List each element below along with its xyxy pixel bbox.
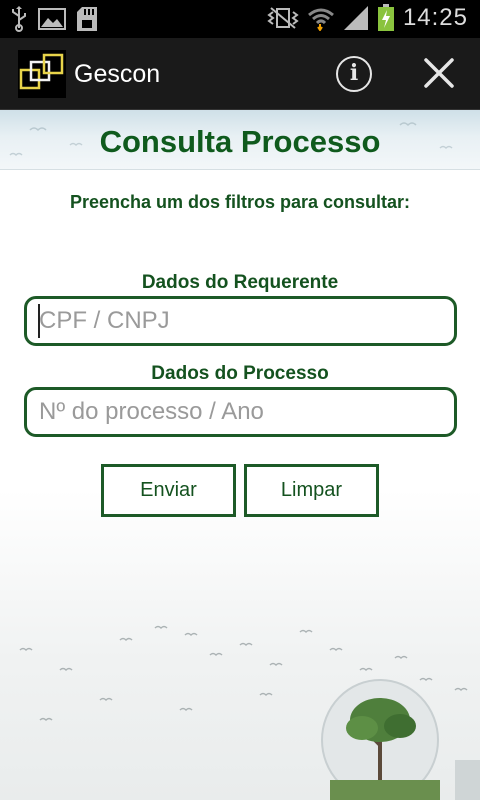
processo-input[interactable] [24, 387, 457, 437]
close-icon [424, 58, 454, 88]
sd-card-icon [77, 7, 97, 31]
processo-label: Dados do Processo [151, 363, 329, 384]
clock: 14:25 [402, 4, 468, 31]
limpar-button[interactable]: Limpar [244, 464, 379, 517]
status-bar: 14:25 [0, 0, 480, 38]
instructions-text: Preencha um dos filtros para consultar: [69, 192, 411, 212]
status-bar-system: 14:25 [267, 4, 468, 32]
requerente-label: Dados do Requerente [141, 272, 339, 293]
page-title: Consulta Processo [99, 124, 381, 159]
text-cursor [38, 304, 40, 338]
close-button[interactable] [420, 54, 458, 92]
signal-icon [343, 6, 368, 30]
info-icon: i [349, 60, 359, 86]
gescon-logo-icon [19, 53, 64, 90]
wifi-icon [307, 8, 334, 31]
app-title: Gescon [74, 60, 161, 88]
status-bar-notifications [10, 6, 98, 32]
app-logo [18, 50, 66, 98]
info-button[interactable]: i [336, 56, 372, 92]
vibrate-icon [267, 7, 299, 29]
title-banner: Consulta Processo [0, 110, 480, 170]
usb-icon [12, 6, 26, 32]
content-area: Consulta Processo Preencha um dos filtro… [0, 110, 480, 800]
action-bar: Gescon i [0, 38, 480, 110]
enviar-button[interactable]: Enviar [101, 464, 236, 517]
battery-charging-icon [377, 4, 394, 31]
cpf-cnpj-input[interactable] [24, 296, 457, 346]
background-birds-lightbulb-decoration [19, 625, 480, 800]
image-icon [38, 8, 66, 30]
